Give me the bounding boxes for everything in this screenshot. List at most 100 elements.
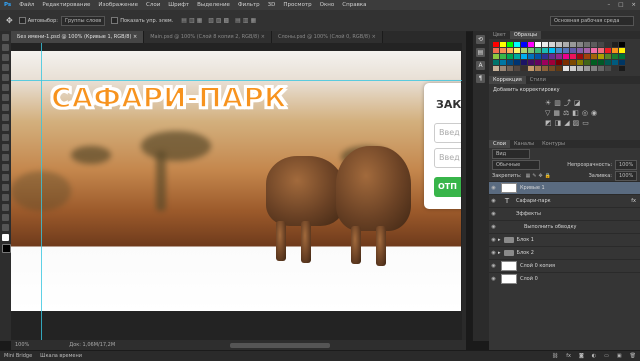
- lasso-tool-icon[interactable]: [2, 54, 9, 61]
- adjustment-icon[interactable]: ◐: [588, 353, 600, 359]
- color-swatch[interactable]: [570, 66, 576, 71]
- color-swatch[interactable]: [612, 54, 618, 59]
- color-swatch[interactable]: [619, 42, 625, 47]
- guide-vertical[interactable]: [41, 43, 42, 340]
- color-swatch[interactable]: [493, 48, 499, 53]
- expand-arrow-icon[interactable]: ▸: [498, 237, 501, 243]
- visibility-eye-icon[interactable]: ◉: [489, 185, 498, 191]
- eyedropper-tool-icon[interactable]: [2, 84, 9, 91]
- visibility-eye-icon[interactable]: ◉: [489, 276, 498, 282]
- color-swatch[interactable]: [598, 66, 604, 71]
- fill-field[interactable]: 100%: [615, 170, 637, 181]
- color-swatch[interactable]: [612, 60, 618, 65]
- type-tool-icon[interactable]: [2, 184, 9, 191]
- color-swatch[interactable]: [570, 60, 576, 65]
- color-swatch[interactable]: [521, 54, 527, 59]
- color-swatch[interactable]: [493, 42, 499, 47]
- color-swatch[interactable]: [584, 54, 590, 59]
- close-icon[interactable]: ×: [627, 2, 640, 8]
- tab-slony[interactable]: Слоны.psd @ 100% (Слой 0, RGB/8) ×: [271, 31, 383, 43]
- color-swatch[interactable]: [542, 60, 548, 65]
- zoom-level[interactable]: 100%: [15, 342, 29, 348]
- color-swatch[interactable]: [556, 54, 562, 59]
- eraser-tool-icon[interactable]: [2, 134, 9, 141]
- color-swatch[interactable]: [535, 42, 541, 47]
- menu-edit[interactable]: Редактирование: [38, 2, 94, 8]
- layer-filter-dropdown[interactable]: Вид: [492, 148, 530, 159]
- lock-icons[interactable]: ▦✎✥🔒: [526, 173, 553, 179]
- form-input-1[interactable]: Введ: [434, 123, 461, 143]
- menu-layers[interactable]: Слои: [142, 2, 164, 8]
- layer-name[interactable]: Блок 1: [517, 237, 534, 243]
- mask-icon[interactable]: ◙: [575, 353, 588, 359]
- color-swatch[interactable]: [577, 48, 583, 53]
- layer-row[interactable]: ◉ ▸ Блок 1: [489, 233, 640, 246]
- workspace-dropdown[interactable]: Основная рабочая среда: [550, 15, 634, 26]
- color-swatch[interactable]: [549, 54, 555, 59]
- form-input-2[interactable]: Введ: [434, 148, 461, 168]
- color-swatch[interactable]: [591, 66, 597, 71]
- color-swatch[interactable]: [514, 60, 520, 65]
- tab-untitled-1[interactable]: Без имени-1.psd @ 100% (Кривые 1, RGB/8)…: [11, 31, 145, 43]
- new-group-icon[interactable]: ▭: [600, 353, 613, 359]
- tab-paths[interactable]: Контуры: [538, 140, 569, 148]
- tab-layers[interactable]: Слои: [489, 140, 510, 148]
- tab-color[interactable]: Цвет: [489, 31, 510, 39]
- color-swatch[interactable]: [605, 48, 611, 53]
- color-swatch[interactable]: [500, 42, 506, 47]
- color-swatch[interactable]: [549, 42, 555, 47]
- color-swatch[interactable]: [577, 60, 583, 65]
- quick-select-tool-icon[interactable]: [2, 64, 9, 71]
- path-select-icon[interactable]: [2, 194, 9, 201]
- vertical-scrollbar[interactable]: [462, 43, 466, 340]
- fx-icon[interactable]: fx: [562, 353, 575, 359]
- color-swatch[interactable]: [528, 60, 534, 65]
- background-color-swatch[interactable]: [2, 244, 11, 253]
- menu-filter[interactable]: Фильтр: [234, 2, 264, 8]
- color-swatch[interactable]: [500, 54, 506, 59]
- hue-icon[interactable]: ▦: [553, 109, 563, 117]
- form-submit-button[interactable]: ОТП: [434, 177, 461, 197]
- layer-row[interactable]: ◉ Выполнить обводку: [489, 220, 640, 233]
- color-swatch[interactable]: [584, 48, 590, 53]
- selective-color-icon[interactable]: ▨: [573, 119, 583, 127]
- threshold-icon[interactable]: ◢: [564, 119, 572, 127]
- marquee-tool-icon[interactable]: [2, 44, 9, 51]
- color-swatch[interactable]: [598, 60, 604, 65]
- autoselect-checkbox[interactable]: [18, 17, 26, 24]
- menu-help[interactable]: Справка: [338, 2, 370, 8]
- color-swatch[interactable]: [542, 42, 548, 47]
- move-tool-icon[interactable]: [2, 34, 9, 41]
- pen-tool-icon[interactable]: [2, 174, 9, 181]
- layer-name[interactable]: Блок 2: [517, 250, 534, 256]
- color-swatch[interactable]: [598, 54, 604, 59]
- color-swatch[interactable]: [535, 66, 541, 71]
- color-swatch[interactable]: [556, 60, 562, 65]
- color-swatch[interactable]: [521, 48, 527, 53]
- color-swatch[interactable]: [591, 54, 597, 59]
- color-swatch[interactable]: [535, 54, 541, 59]
- crop-tool-icon[interactable]: [2, 74, 9, 81]
- transform-controls-checkbox[interactable]: [111, 17, 119, 24]
- color-swatch[interactable]: [619, 54, 625, 59]
- color-swatch[interactable]: [521, 60, 527, 65]
- color-swatch[interactable]: [521, 66, 527, 71]
- menu-file[interactable]: Файл: [15, 2, 38, 8]
- color-swatch[interactable]: [507, 66, 513, 71]
- canvas-area[interactable]: САФАРИ-ПАРК ЗАКА Введ Введ ОТП: [11, 43, 466, 340]
- history-panel-icon[interactable]: ⟲: [476, 35, 485, 44]
- maximize-icon[interactable]: □: [614, 2, 627, 8]
- blend-mode-dropdown[interactable]: Обычные: [492, 159, 540, 170]
- layer-row[interactable]: ◉ Кривые 1: [489, 181, 640, 194]
- color-swatch[interactable]: [577, 66, 583, 71]
- blur-tool-icon[interactable]: [2, 154, 9, 161]
- visibility-eye-icon[interactable]: ◉: [489, 250, 498, 256]
- color-swatch[interactable]: [591, 48, 597, 53]
- new-layer-icon[interactable]: ▣: [613, 353, 626, 359]
- color-swatch[interactable]: [556, 48, 562, 53]
- color-swatch[interactable]: [528, 48, 534, 53]
- curves-icon[interactable]: ⤴: [564, 99, 574, 107]
- history-brush-icon[interactable]: [2, 124, 9, 131]
- color-swatch[interactable]: [493, 60, 499, 65]
- tab-channels[interactable]: Каналы: [510, 140, 538, 148]
